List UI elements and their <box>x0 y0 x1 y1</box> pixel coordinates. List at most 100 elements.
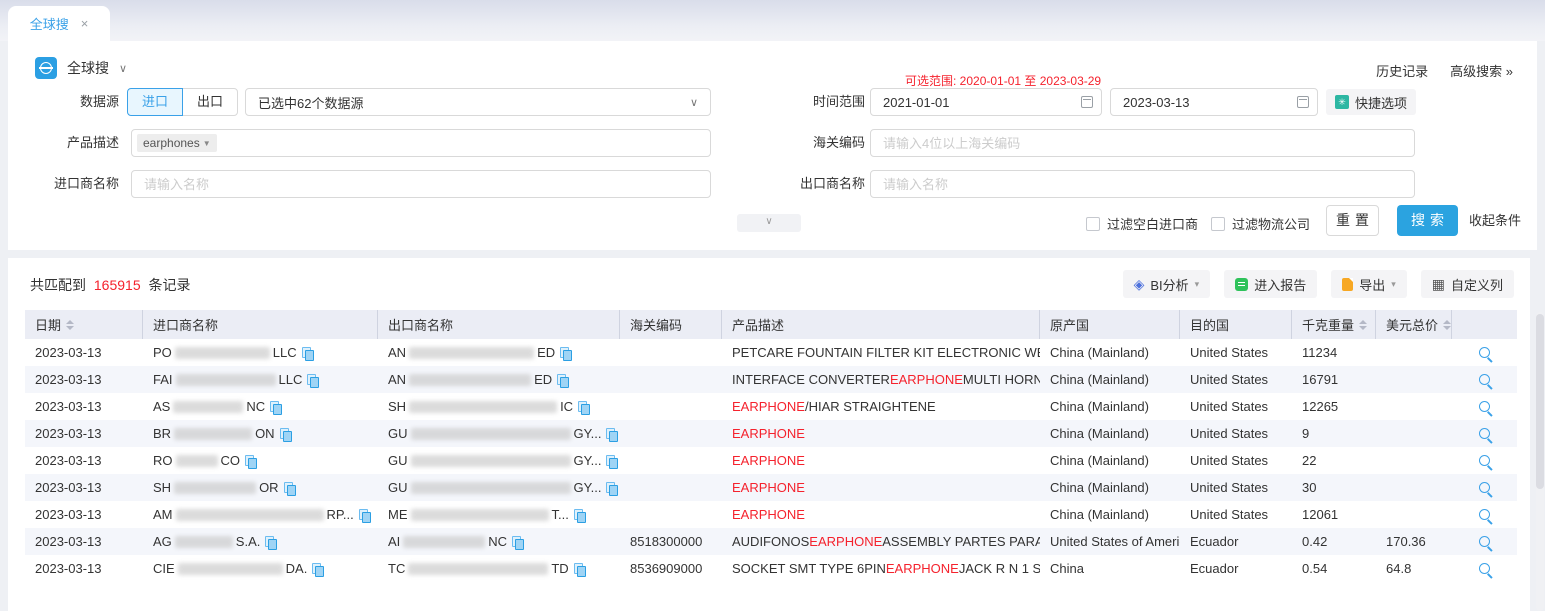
importer-prefix: PO <box>153 345 172 360</box>
hs-code-input[interactable] <box>870 129 1415 157</box>
search-button[interactable]: 搜索 <box>1397 205 1458 236</box>
scrollbar[interactable] <box>1536 312 1544 611</box>
importer-input[interactable] <box>131 170 711 198</box>
calendar-icon[interactable] <box>1081 96 1093 108</box>
exporter-label: 出口商名称 <box>787 170 865 198</box>
copy-icon[interactable] <box>280 428 290 440</box>
redacted-name <box>176 374 276 386</box>
scrollbar-thumb[interactable] <box>1536 314 1544 489</box>
chevron-down-icon[interactable]: ∨ <box>119 62 127 75</box>
copy-icon[interactable] <box>302 347 312 359</box>
sort-up-icon[interactable] <box>1443 320 1451 324</box>
search-detail-icon[interactable] <box>1479 428 1490 439</box>
module-header[interactable]: 全球搜 ∨ <box>35 57 127 79</box>
copy-icon[interactable] <box>284 482 294 494</box>
importer-prefix: CIE <box>153 561 175 576</box>
sort-icon[interactable] <box>1359 320 1367 330</box>
copy-icon[interactable] <box>359 509 369 521</box>
export-toggle[interactable]: 出口 <box>182 88 238 116</box>
copy-icon[interactable] <box>606 455 616 467</box>
product-text: PETCARE FOUNTAIN FILTER KIT ELECTRONIC W… <box>732 345 1040 360</box>
copy-icon[interactable] <box>557 374 567 386</box>
checkbox-icon[interactable] <box>1086 217 1100 231</box>
search-detail-icon[interactable] <box>1479 374 1490 385</box>
importer-prefix: AG <box>153 534 172 549</box>
product-desc-label: 产品描述 <box>41 129 119 157</box>
bi-analysis-button[interactable]: ◈ BI分析 ▾ <box>1123 270 1211 298</box>
product-desc-cell: EARPHONE <box>722 501 1040 528</box>
history-link[interactable]: 历史记录 <box>1376 61 1428 80</box>
sort-down-icon[interactable] <box>1443 326 1451 330</box>
copy-icon[interactable] <box>270 401 280 413</box>
column-header-7[interactable]: 千克重量 <box>1292 310 1376 339</box>
module-title: 全球搜 <box>67 58 109 78</box>
import-toggle[interactable]: 进口 <box>127 88 183 116</box>
column-header-8[interactable]: 美元总价 <box>1376 310 1452 339</box>
action-cell <box>1452 501 1517 528</box>
product-desc-input[interactable]: earphones ▼ <box>131 129 711 157</box>
sort-down-icon[interactable] <box>66 326 74 330</box>
copy-icon[interactable] <box>512 536 522 548</box>
search-detail-icon[interactable] <box>1479 347 1490 358</box>
search-detail-icon[interactable] <box>1479 455 1490 466</box>
copy-icon[interactable] <box>606 482 616 494</box>
copy-icon[interactable] <box>606 428 616 440</box>
search-panel: 全球搜 ∨ 历史记录 高级搜索 » 可选范围: 2020-01-01 至 202… <box>8 41 1537 250</box>
exporter-input[interactable] <box>870 170 1415 198</box>
sort-down-icon[interactable] <box>1359 326 1367 330</box>
checkbox-icon[interactable] <box>1211 217 1225 231</box>
product-tag[interactable]: earphones ▼ <box>137 134 217 152</box>
end-date-input[interactable] <box>1110 88 1318 116</box>
start-date-input[interactable] <box>870 88 1102 116</box>
column-header-5: 原产国 <box>1040 310 1180 339</box>
advanced-search-link[interactable]: 高级搜索 » <box>1450 61 1513 80</box>
search-detail-icon[interactable] <box>1479 536 1490 547</box>
tab-title: 全球搜 <box>30 14 69 33</box>
tab-global-search[interactable]: 全球搜 × <box>8 6 110 41</box>
copy-icon[interactable] <box>307 374 317 386</box>
search-detail-icon[interactable] <box>1479 401 1490 412</box>
reset-button[interactable]: 重置 <box>1326 205 1379 236</box>
table-row: 2023-03-13AGS.A.AINC8518300000AUDIFONOS … <box>25 528 1517 555</box>
sort-up-icon[interactable] <box>66 320 74 324</box>
search-detail-icon[interactable] <box>1479 482 1490 493</box>
copy-icon[interactable] <box>560 347 570 359</box>
result-summary: 共匹配到 165915 条记录 <box>30 275 191 295</box>
enter-report-button[interactable]: 进入报告 <box>1224 270 1317 298</box>
keyword-highlight: EARPHONE <box>886 561 959 576</box>
copy-icon[interactable] <box>245 455 255 467</box>
sort-icon[interactable] <box>66 320 74 330</box>
collapse-conditions-link[interactable]: 收起条件 <box>1469 205 1521 236</box>
column-header-0[interactable]: 日期 <box>25 310 143 339</box>
column-header-3: 海关编码 <box>620 310 722 339</box>
keyword-highlight: EARPHONE <box>732 426 805 441</box>
column-header-2: 出口商名称 <box>378 310 620 339</box>
filter-logistics-checkbox[interactable]: 过滤物流公司 <box>1211 214 1310 233</box>
report-icon <box>1235 278 1248 291</box>
tab-bar: 全球搜 × <box>0 0 1545 41</box>
exporter-suffix: TD <box>551 561 568 576</box>
search-detail-icon[interactable] <box>1479 563 1490 574</box>
copy-icon[interactable] <box>265 536 275 548</box>
redacted-name <box>174 428 252 440</box>
search-detail-icon[interactable] <box>1479 509 1490 520</box>
data-source-select[interactable]: 已选中62个数据源 ∨ <box>245 88 711 116</box>
sort-icon[interactable] <box>1443 320 1451 330</box>
exporter-cell: ANED <box>378 339 620 366</box>
dest-country-cell: United States <box>1180 474 1292 501</box>
filter-blank-importer-checkbox[interactable]: 过滤空白进口商 <box>1086 214 1198 233</box>
expand-conditions-button[interactable]: ∨ <box>737 214 801 232</box>
calendar-icon[interactable] <box>1297 96 1309 108</box>
close-icon[interactable]: × <box>81 16 89 31</box>
weight-kg-cell: 0.42 <box>1292 528 1376 555</box>
action-cell <box>1452 528 1517 555</box>
sort-up-icon[interactable] <box>1359 320 1367 324</box>
copy-icon[interactable] <box>312 563 322 575</box>
custom-columns-button[interactable]: ▦ 自定义列 <box>1421 270 1514 298</box>
copy-icon[interactable] <box>578 401 588 413</box>
quick-options-button[interactable]: ✳ 快捷选项 <box>1326 89 1416 115</box>
copy-icon[interactable] <box>574 509 584 521</box>
export-button[interactable]: 导出 ▾ <box>1331 270 1407 298</box>
origin-country-cell: China (Mainland) <box>1040 474 1180 501</box>
copy-icon[interactable] <box>574 563 584 575</box>
